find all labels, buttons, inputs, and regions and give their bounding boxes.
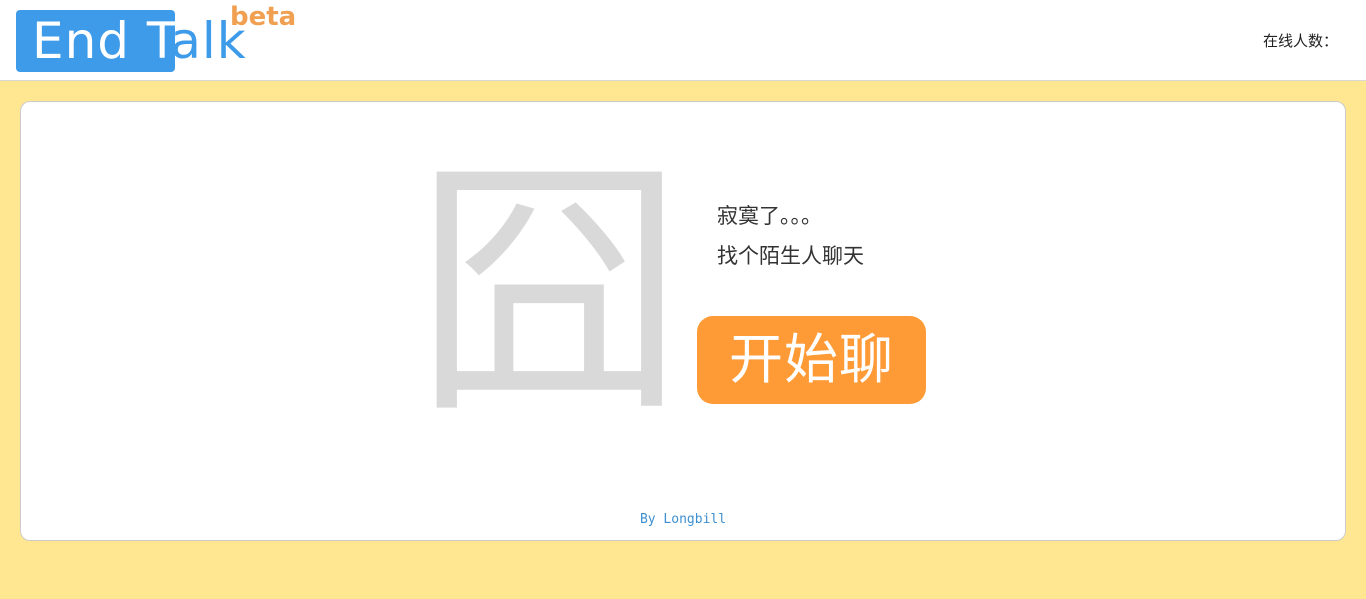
tagline-line-2: 找个陌生人聊天 (717, 244, 864, 268)
logo-text-boxed: End T (32, 12, 171, 70)
jiong-character: 囧 (414, 135, 684, 450)
beta-badge: beta (230, 2, 297, 32)
start-chat-button[interactable]: 开始聊 (697, 316, 926, 404)
tagline-line-1: 寂寞了。。。 (717, 204, 822, 228)
tagline: 寂寞了。。。 找个陌生人聊天 (717, 196, 864, 276)
top-header: End Talk beta 在线人数： (0, 0, 1366, 81)
author-credit: By Longbill (639, 512, 727, 527)
online-count-label: 在线人数： (1262, 32, 1338, 50)
end-talk-logo[interactable]: End Talk beta (16, 2, 306, 74)
logo-text: End Talk (32, 12, 247, 70)
main-card: 囧 寂寞了。。。 找个陌生人聊天 开始聊 By Longbill (20, 101, 1346, 541)
